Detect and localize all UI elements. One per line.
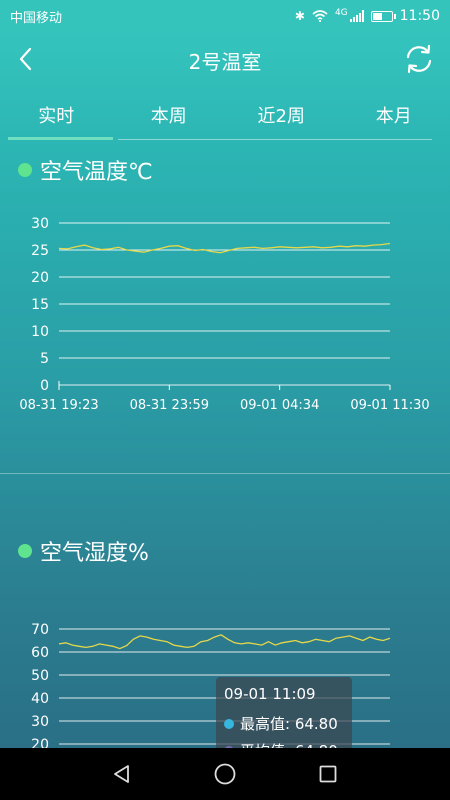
tooltip-max-row: 最高值: 64.80 <box>224 713 344 734</box>
tooltip-time: 09-01 11:09 <box>224 685 316 703</box>
nav-back-button[interactable] <box>102 754 142 794</box>
tab-label: 本月 <box>375 106 412 127</box>
carrier-label: 中国移动 <box>10 10 63 26</box>
tab-label: 本周 <box>150 106 187 127</box>
navigation-bar <box>0 748 450 800</box>
refresh-button[interactable] <box>402 42 436 76</box>
nav-recents-button[interactable] <box>308 754 348 794</box>
tab-week[interactable]: 本周 <box>113 90 226 140</box>
tooltip-avg: 平均值: 64.80 <box>240 740 338 748</box>
humidity-section-title: 空气湿度% <box>18 535 149 567</box>
y-tick-label: 5 <box>40 351 49 367</box>
series-line <box>58 634 391 650</box>
y-tick-label: 50 <box>31 668 49 684</box>
temperature-section-title: 空气温度℃ <box>18 154 153 186</box>
tabs-divider <box>118 139 432 140</box>
chart-tooltip: 09-01 11:09 最高值: 64.80 平均值: 64.80 <box>216 677 352 748</box>
refresh-icon <box>406 44 432 74</box>
status-icons: ✱ 4G 11:50 <box>295 8 440 24</box>
status-time: 11:50 <box>399 8 440 24</box>
y-tick-label: 70 <box>31 622 49 638</box>
nav-home-button[interactable] <box>205 754 245 794</box>
y-tick-label: 20 <box>31 737 49 748</box>
y-tick-label: 40 <box>31 691 49 707</box>
y-tick-label: 30 <box>31 714 49 730</box>
y-tick-label: 25 <box>31 243 49 259</box>
bluetooth-icon: ✱ <box>294 9 305 23</box>
triangle-back-icon <box>113 765 129 783</box>
wifi-icon <box>312 10 328 22</box>
tooltip-max: 最高值: 64.80 <box>240 715 338 733</box>
x-tick-label: 08-31 23:59 <box>130 398 209 413</box>
y-tick-label: 30 <box>31 216 49 232</box>
page-title: 2号温室 <box>188 49 262 74</box>
y-tick-label: 15 <box>31 297 49 313</box>
circle-home-icon <box>214 763 236 785</box>
humidity-title: 空气湿度% <box>40 541 149 566</box>
y-tick-label: 60 <box>31 645 49 661</box>
back-button[interactable] <box>12 44 42 74</box>
max-bullet <box>224 718 234 729</box>
tooltip-avg-row: 平均值: 64.80 <box>224 740 344 748</box>
temperature-title: 空气温度℃ <box>40 160 153 185</box>
square-recents-icon <box>319 765 337 783</box>
y-tick-label: 20 <box>31 270 49 286</box>
chevron-left-icon <box>19 47 32 71</box>
y-tick-label: 0 <box>40 378 49 394</box>
status-bar: 中国移动 ✱ 4G 11:50 <box>0 0 450 32</box>
temperature-chart[interactable]: 0 5 10 15 20 25 30 08-31 19:23 08-31 23:59 09-01 … <box>0 200 450 420</box>
series-line <box>58 242 391 254</box>
tab-label: 近2周 <box>257 106 305 127</box>
temperature-dot <box>18 163 32 177</box>
period-tabs: 实时 本周 近2周 本月 <box>0 90 450 140</box>
header-bar: 2号温室 <box>0 32 450 88</box>
network-type: 4G <box>334 8 348 18</box>
y-tick-label: 10 <box>31 324 49 340</box>
signal-icon <box>349 10 364 22</box>
app-screen: 中国移动 ✱ 4G 11:50 2号温室 实时 本周 近2周 本月 空气温度℃ … <box>0 0 450 748</box>
section-divider <box>0 473 450 474</box>
x-tick-label: 08-31 19:23 <box>19 398 98 413</box>
humidity-dot <box>18 544 32 558</box>
battery-icon <box>370 10 396 22</box>
tab-two-weeks[interactable]: 近2周 <box>225 90 338 140</box>
x-tick-label: 09-01 04:34 <box>240 398 319 413</box>
tab-month[interactable]: 本月 <box>338 90 450 140</box>
tab-realtime[interactable]: 实时 <box>0 90 113 140</box>
tab-label: 实时 <box>38 106 75 127</box>
x-tick-label: 09-01 11:30 <box>350 398 429 413</box>
